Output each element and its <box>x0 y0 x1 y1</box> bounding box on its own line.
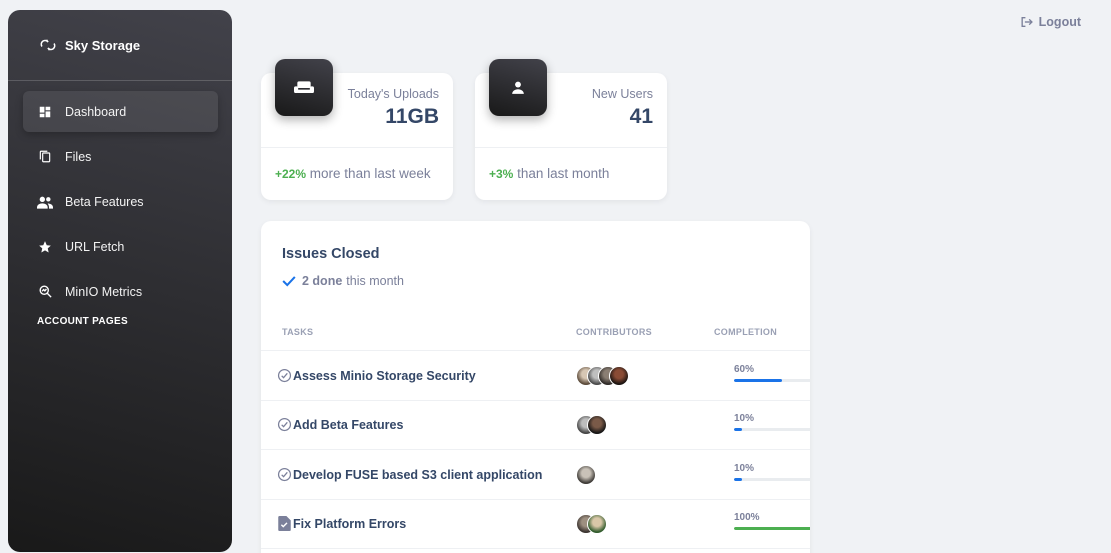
table-row[interactable]: Add Beta Features 10% <box>261 400 810 450</box>
column-header-completion: COMPLETION <box>714 327 777 337</box>
task-cell: Add Beta Features <box>276 400 403 449</box>
sidebar-item-label: Files <box>65 149 92 164</box>
completion-label: 60% <box>734 364 755 375</box>
sidebar-item-beta-features[interactable]: Beta Features <box>23 181 218 222</box>
check-circle-icon <box>276 417 292 433</box>
check-icon <box>282 275 296 287</box>
issues-done-suffix: this month <box>346 274 404 288</box>
contributors <box>576 450 596 499</box>
issues-card: Issues Closed 2 done this month TASKS CO… <box>261 221 810 553</box>
stat-divider <box>475 147 667 148</box>
query-stats-icon <box>37 284 53 300</box>
task-cell: Fix Platform Errors <box>276 499 406 548</box>
task-cell: Develop FUSE based S3 client application <box>276 450 542 499</box>
avatar[interactable] <box>587 414 607 435</box>
stat-change-text: more than last week <box>309 166 431 181</box>
progress-fill <box>734 379 782 382</box>
progress-fill <box>734 478 742 481</box>
check-circle-icon <box>276 368 292 384</box>
task-name: Fix Platform Errors <box>293 516 407 531</box>
table-row[interactable]: Fix Platform Errors 100% <box>261 499 810 549</box>
stat-change: +22% <box>275 167 307 181</box>
progress-bar <box>734 478 810 481</box>
logout-label: Logout <box>1038 15 1081 29</box>
progress-fill <box>734 428 742 431</box>
logout-icon <box>1020 16 1033 28</box>
sidebar-item-files[interactable]: Files <box>23 136 218 177</box>
stat-label: New Users <box>591 87 653 101</box>
logo-icon <box>38 35 58 55</box>
star-icon <box>37 239 53 255</box>
issues-done-count: 2 done <box>302 274 343 288</box>
progress-bar <box>734 379 810 382</box>
task-name: Assess Minio Storage Security <box>293 368 476 383</box>
sidebar: Sky Storage Dashboard Files Beta Feature… <box>8 10 232 552</box>
sidebar-item-label: MinIO Metrics <box>65 284 143 299</box>
stat-change-text: than last month <box>517 166 610 181</box>
column-header-tasks: TASKS <box>282 327 314 337</box>
sidebar-item-label: Beta Features <box>65 194 144 209</box>
completion-label: 100% <box>734 512 760 523</box>
stat-footer: +3% than last month <box>489 166 609 181</box>
files-icon <box>37 149 53 165</box>
progress-bar <box>734 527 810 530</box>
task-name: Develop FUSE based S3 client application <box>293 467 543 482</box>
progress-fill <box>734 527 810 530</box>
stat-label: Today's Uploads <box>347 87 439 101</box>
sidebar-item-label: Dashboard <box>65 104 127 119</box>
brand-name: Sky Storage <box>65 37 141 53</box>
weekend-icon <box>275 59 333 116</box>
contributors <box>576 499 607 548</box>
stat-change: +3% <box>489 167 514 181</box>
issues-summary: 2 done this month <box>282 274 404 288</box>
contributors <box>576 400 607 449</box>
completion: 10% <box>734 463 810 481</box>
stat-card-uploads: Today's Uploads 11GB +22% more than last… <box>261 59 453 200</box>
task-cell: Assess Minio Storage Security <box>276 351 476 400</box>
stat-value: 11GB <box>385 105 439 128</box>
stat-value: 41 <box>629 105 653 128</box>
sidebar-divider <box>8 80 232 81</box>
completion: 60% <box>734 364 810 382</box>
issues-title: Issues Closed <box>282 246 380 262</box>
progress-bar <box>734 428 810 431</box>
column-header-contributors: CONTRIBUTORS <box>576 327 652 337</box>
table-row[interactable]: Develop FUSE based S3 client application… <box>261 450 810 500</box>
avatar[interactable] <box>609 365 629 386</box>
people-icon <box>37 194 53 210</box>
sidebar-item-dashboard[interactable]: Dashboard <box>23 91 218 132</box>
sidebar-item-label: URL Fetch <box>65 239 125 254</box>
task-name: Add Beta Features <box>293 417 404 432</box>
stat-footer: +22% more than last week <box>275 166 431 181</box>
person-icon <box>489 59 547 116</box>
contributors <box>576 351 629 400</box>
dashboard-icon <box>37 104 53 120</box>
brand[interactable]: Sky Storage <box>8 10 232 80</box>
completion-label: 10% <box>734 463 755 474</box>
stat-card-new-users: New Users 41 +3% than last month <box>475 59 667 200</box>
stat-divider <box>261 147 453 148</box>
avatar[interactable] <box>576 464 596 485</box>
sidebar-item-minio-metrics[interactable]: MinIO Metrics <box>23 271 218 312</box>
completion: 10% <box>734 413 810 431</box>
completion: 100% <box>734 512 810 530</box>
table-row[interactable]: Assess Minio Storage Security 60% <box>261 351 810 401</box>
document-check-icon <box>276 516 292 532</box>
avatar[interactable] <box>587 513 607 534</box>
sidebar-item-url-fetch[interactable]: URL Fetch <box>23 226 218 267</box>
completion-label: 10% <box>734 413 755 424</box>
logout-button[interactable]: Logout <box>1020 15 1081 29</box>
sidebar-section-label: ACCOUNT PAGES <box>37 316 128 327</box>
check-circle-icon <box>276 467 292 483</box>
